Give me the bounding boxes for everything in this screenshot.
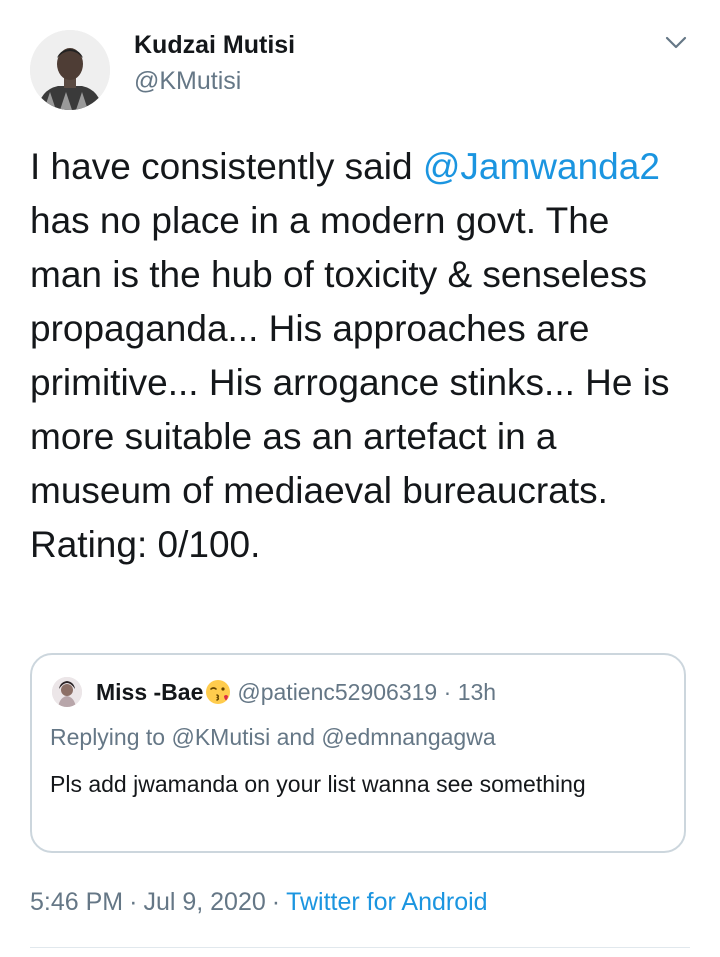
tweet-time: 5:46 PM (30, 888, 124, 916)
more-options-button[interactable] (660, 28, 692, 56)
replying-user-edmnangagwa[interactable]: @edmnangagwa (321, 724, 495, 750)
author-info[interactable]: Kudzai Mutisi @KMutisi (134, 30, 295, 96)
quoted-header: Miss -Bae @patienc52906319 · 13h (96, 677, 496, 712)
replying-and: and (270, 724, 322, 750)
quoted-avatar[interactable] (52, 677, 82, 707)
author-handle[interactable]: @KMutisi (134, 66, 295, 96)
quoted-time[interactable]: 13h (458, 679, 496, 705)
tweet-text-start: I have consistently said (30, 146, 423, 187)
quoted-tweet[interactable]: Miss -Bae @patienc52906319 · 13h Replying… (30, 653, 686, 853)
tweet-date: Jul 9, 2020 (143, 888, 266, 916)
tweet-meta: 5:46 PM · Jul 9, 2020 · Twitter for Android (30, 885, 488, 919)
quoted-separator: · (443, 679, 452, 705)
tweet-mention-link[interactable]: @Jamwanda2 (423, 146, 660, 187)
author-display-name[interactable]: Kudzai Mutisi (134, 30, 295, 60)
replying-prefix: Replying to (50, 724, 172, 750)
tweet-text: I have consistently said @Jamwanda2 has … (30, 140, 690, 572)
tweet-source-link[interactable]: Twitter for Android (286, 888, 487, 916)
author-avatar[interactable] (30, 30, 110, 110)
divider (30, 947, 690, 948)
meta-separator: · (271, 888, 281, 916)
quoted-handle[interactable]: @patienc52906319 (237, 679, 437, 705)
tweet-detail: Kudzai Mutisi @KMutisi I have consistent… (0, 0, 720, 957)
kissing-face-icon (205, 679, 231, 712)
chevron-down-icon (665, 36, 687, 49)
quoted-replying-to: Replying to @KMutisi and @edmnangagwa (50, 722, 496, 752)
meta-separator: · (129, 888, 138, 916)
quoted-display-name[interactable]: Miss -Bae (96, 679, 203, 705)
quoted-avatar-image (52, 677, 82, 707)
replying-user-kmutisi[interactable]: @KMutisi (171, 724, 270, 750)
tweet-text-rest: has no place in a modern govt. The man i… (30, 200, 670, 565)
author-avatar-image (30, 30, 110, 110)
quoted-text: Pls add jwamanda on your list wanna see … (50, 771, 586, 797)
